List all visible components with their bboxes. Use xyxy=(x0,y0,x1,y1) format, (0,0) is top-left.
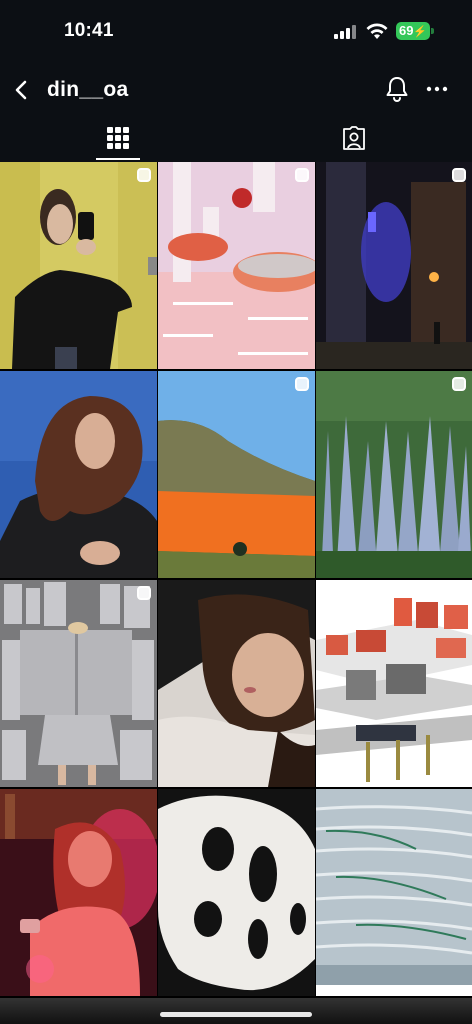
status-bar: 10:41 69 ⚡ xyxy=(0,0,472,62)
tab-tagged[interactable] xyxy=(236,120,472,162)
post-tile[interactable] xyxy=(0,371,157,578)
post-tile[interactable] xyxy=(158,371,315,578)
post-tile[interactable] xyxy=(316,580,472,787)
post-tile[interactable] xyxy=(316,371,472,578)
notifications-button[interactable] xyxy=(383,74,411,104)
post-image xyxy=(316,789,472,996)
posts-grid xyxy=(0,162,472,996)
multiple-images-icon xyxy=(452,377,466,391)
multiple-images-icon xyxy=(295,168,309,182)
post-image xyxy=(158,371,315,578)
post-image xyxy=(158,789,315,996)
battery-indicator: 69 ⚡ xyxy=(396,22,434,40)
post-tile[interactable] xyxy=(0,580,157,787)
post-image xyxy=(0,789,157,996)
post-image xyxy=(0,162,157,369)
next-row-preview xyxy=(0,998,472,1024)
post-tile[interactable] xyxy=(158,162,315,369)
grid-icon xyxy=(107,127,129,149)
wifi-icon xyxy=(366,23,388,39)
post-image xyxy=(0,371,157,578)
profile-header: din__oa xyxy=(0,62,472,120)
chevron-left-icon xyxy=(15,80,27,100)
bell-icon xyxy=(386,77,408,102)
post-image xyxy=(316,162,472,369)
post-image xyxy=(316,580,472,787)
multiple-images-icon xyxy=(295,377,309,391)
more-horizontal-icon xyxy=(426,86,448,92)
profile-tabs xyxy=(0,120,472,162)
post-image xyxy=(316,371,472,578)
post-tile[interactable] xyxy=(0,162,157,369)
multiple-images-icon xyxy=(137,168,151,182)
profile-username: din__oa xyxy=(47,78,129,101)
tab-grid[interactable] xyxy=(0,120,236,162)
multiple-images-icon xyxy=(137,586,151,600)
more-options-button[interactable] xyxy=(424,76,450,102)
post-image xyxy=(158,580,315,787)
selected-tab-indicator xyxy=(96,158,140,160)
post-tile[interactable] xyxy=(158,580,315,787)
post-tile[interactable] xyxy=(158,789,315,996)
charging-bolt-icon: ⚡ xyxy=(413,26,427,38)
home-indicator[interactable] xyxy=(160,1012,312,1017)
status-time: 10:41 xyxy=(64,20,114,41)
post-tile[interactable] xyxy=(316,789,472,996)
post-tile[interactable] xyxy=(0,789,157,996)
post-image xyxy=(0,580,157,787)
person-tag-icon xyxy=(343,126,365,150)
post-image xyxy=(158,162,315,369)
multiple-images-icon xyxy=(452,168,466,182)
post-tile[interactable] xyxy=(316,162,472,369)
battery-level: 69 xyxy=(399,23,414,38)
back-button[interactable] xyxy=(8,76,36,104)
cellular-signal-icon xyxy=(334,24,360,39)
